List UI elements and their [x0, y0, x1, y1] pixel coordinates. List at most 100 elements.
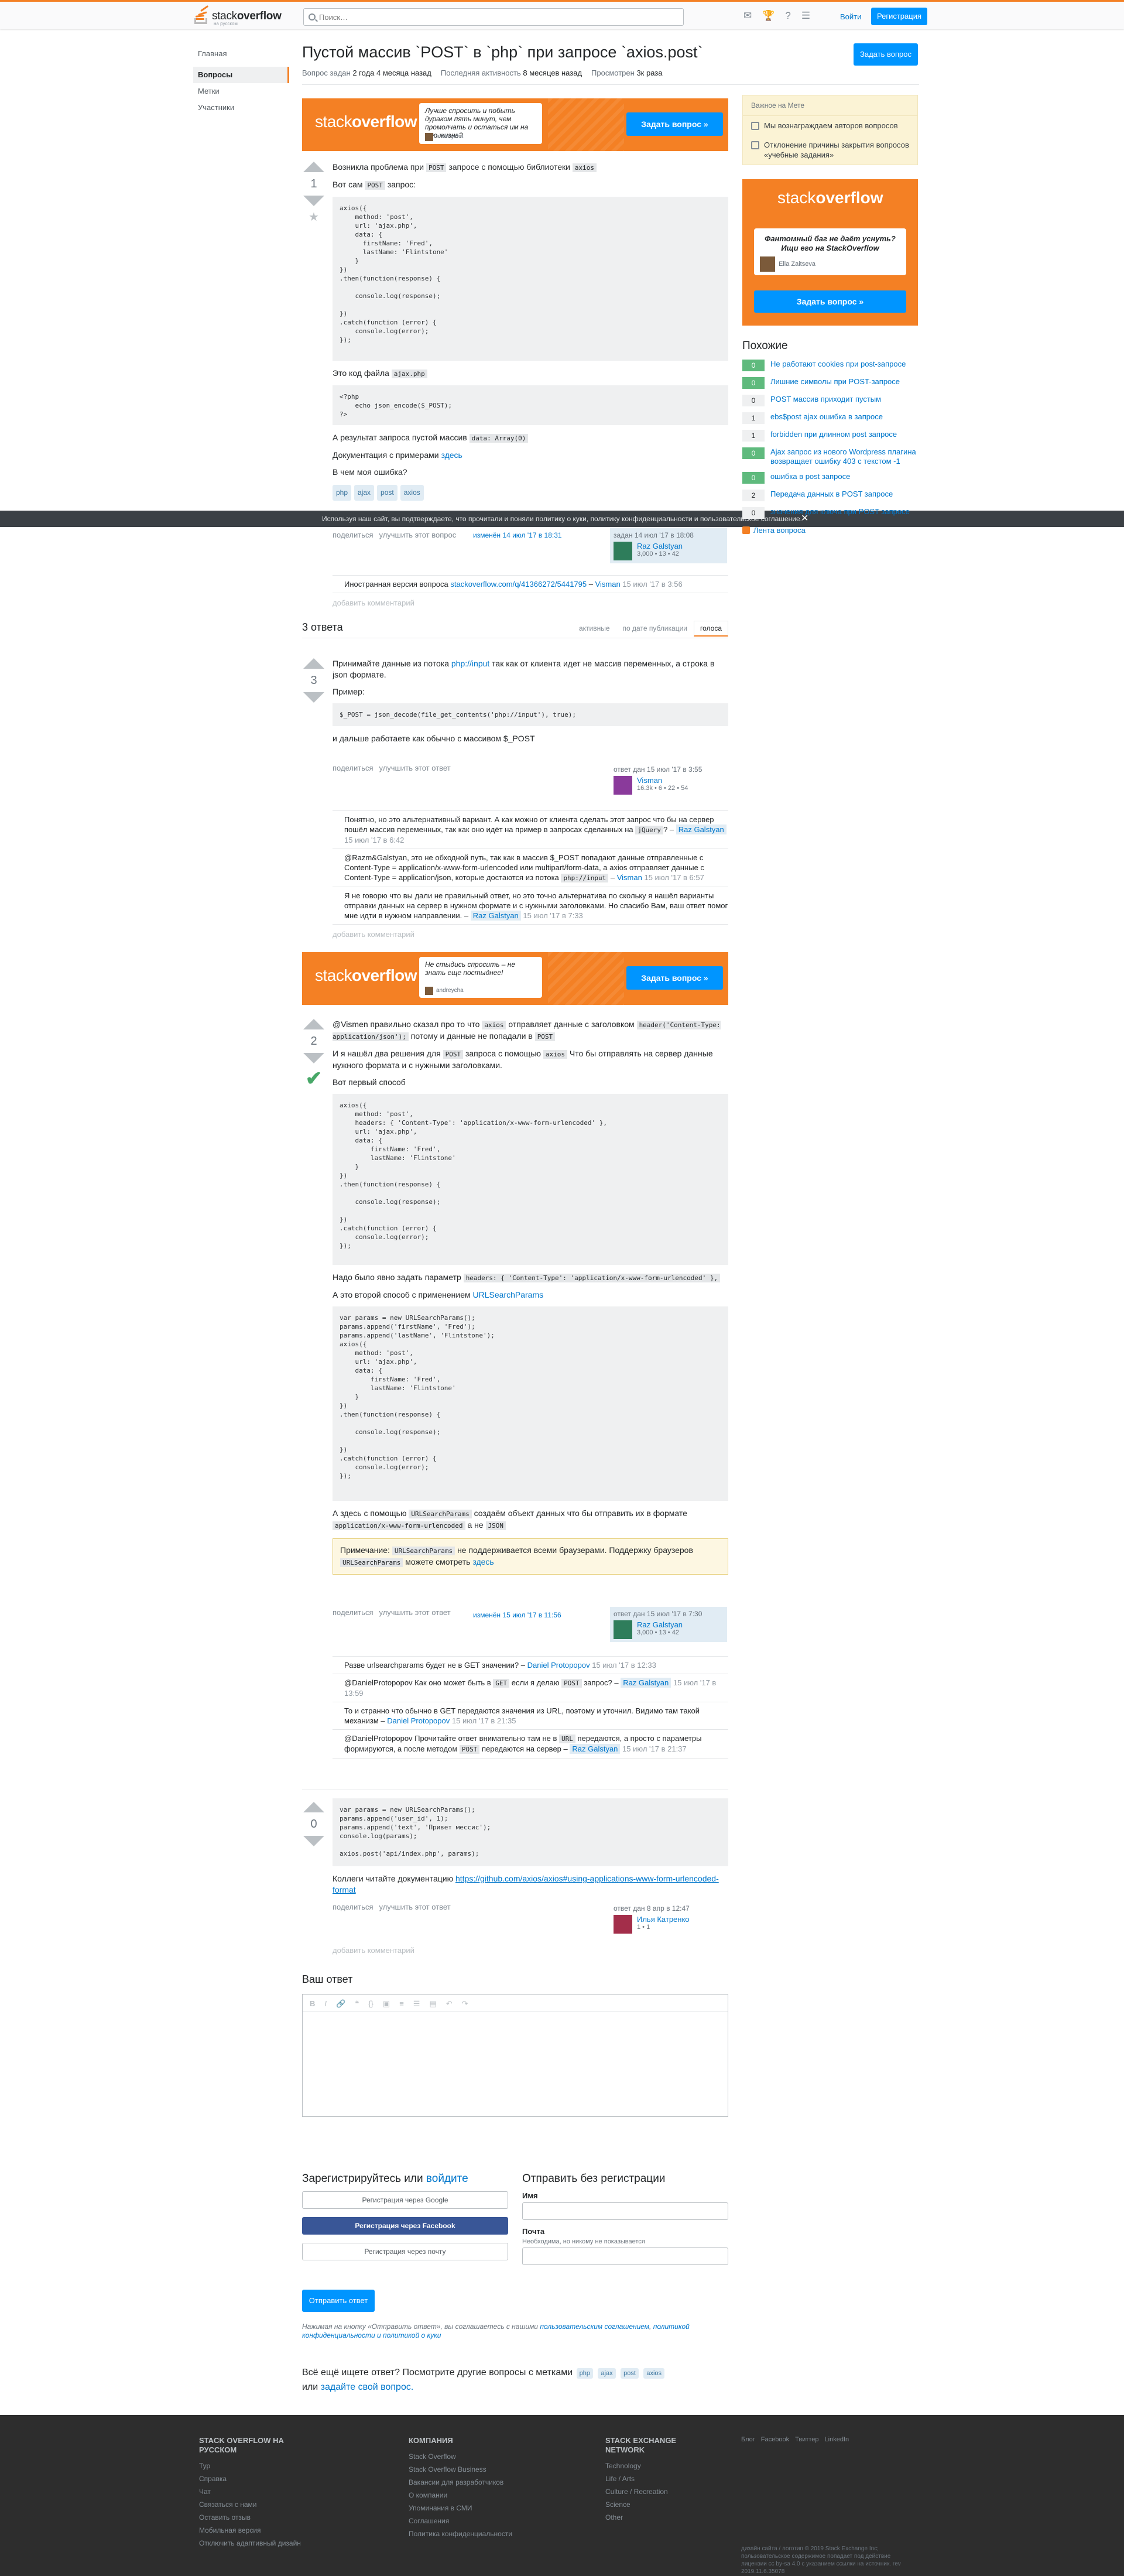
downvote-arrow-icon[interactable] [303, 692, 324, 703]
email-field[interactable] [522, 2247, 728, 2265]
site-switcher-icon[interactable]: ☰ [801, 10, 810, 22]
related-link[interactable]: Передача данных в POST запросе [770, 490, 893, 501]
footer-link[interactable]: Упоминания в СМИ [409, 2504, 512, 2512]
blog-link[interactable]: Блог [741, 2436, 755, 2443]
user-link[interactable]: Илья Катренко [637, 1915, 690, 1924]
footer-link[interactable]: Вакансии для разработчиков [409, 2478, 512, 2486]
php-input-link[interactable]: php://input [451, 659, 489, 668]
user-link[interactable]: Raz Galstyan [637, 1620, 683, 1629]
footer-link[interactable]: Stack Overflow [409, 2452, 512, 2461]
tab-oldest[interactable]: по дате публикации [616, 621, 694, 637]
related-link[interactable]: Лишние символы при POST-запросе [770, 377, 900, 389]
link-icon[interactable]: 🔗 [336, 1999, 345, 2008]
ad-banner-middle[interactable]: stackoverflow Не стыдись спросить – не з… [302, 952, 728, 1005]
tag[interactable]: axios [643, 2368, 665, 2379]
tag[interactable]: ajax [598, 2368, 616, 2379]
nav-questions[interactable]: Вопросы [193, 67, 289, 83]
undo-icon[interactable]: ↶ [446, 1999, 453, 2008]
nav-users[interactable]: Участники [193, 100, 289, 116]
quote-icon[interactable]: ❝ [355, 1999, 359, 2008]
ad-banner-top[interactable]: stackoverflow Лучше спросить и побыть ду… [302, 98, 728, 151]
search-input[interactable] [319, 12, 683, 22]
facebook-signup-button[interactable]: Регистрация через Facebook [302, 2217, 508, 2235]
inbox-icon[interactable]: ✉ [743, 10, 752, 22]
improve-link[interactable]: улучшить этот ответ [379, 764, 450, 772]
favorite-star-icon[interactable]: ★ [302, 210, 325, 224]
terms-link[interactable]: пользовательским соглашением [540, 2322, 649, 2331]
footer-link[interactable]: Справка [199, 2475, 316, 2483]
downvote-arrow-icon[interactable] [303, 1053, 324, 1063]
footer-link[interactable]: Life / Arts [605, 2475, 687, 2483]
footer-link[interactable]: Culture / Recreation [605, 2488, 687, 2496]
improve-link[interactable]: улучшить этот ответ [379, 1608, 450, 1617]
related-link[interactable]: ebs$post ajax ошибка в запросе [770, 412, 883, 424]
footer-link[interactable]: Соглашения [409, 2517, 512, 2525]
share-link[interactable]: поделиться [333, 531, 373, 539]
avatar[interactable] [614, 776, 632, 795]
improve-link[interactable]: улучшить этот ответ [379, 1903, 450, 1911]
upvote-arrow-icon[interactable] [303, 162, 324, 172]
urlsearchparams-link[interactable]: URLSearchParams [473, 1290, 544, 1299]
add-comment-link[interactable]: добавить комментарий [333, 1946, 414, 1955]
heading-icon[interactable]: ▤ [429, 1999, 436, 2008]
avatar[interactable] [614, 1620, 632, 1639]
sidebar-ad[interactable]: stackoverflow Фантомный баг не даёт усну… [742, 179, 918, 326]
related-link[interactable]: ошибка в post запросе [770, 472, 850, 484]
related-link[interactable]: Не работают cookies при post-запросе [770, 360, 906, 371]
footer-link[interactable]: Оставить отзыв [199, 2513, 316, 2522]
tag[interactable]: php [333, 485, 352, 501]
achievements-icon[interactable]: 🏆 [762, 10, 775, 22]
docs-link[interactable]: здесь [441, 450, 462, 460]
footer-link[interactable]: Чат [199, 2488, 316, 2496]
upvote-arrow-icon[interactable] [303, 658, 324, 669]
improve-link[interactable]: улучшить этот вопрос [379, 531, 456, 539]
downvote-arrow-icon[interactable] [303, 1836, 324, 1846]
footer-link[interactable]: Stack Overflow Business [409, 2465, 512, 2474]
twitter-link[interactable]: Твиттер [795, 2436, 818, 2443]
ad-cta-button[interactable]: Задать вопрос » [626, 112, 723, 136]
question-title[interactable]: Пустой массив `POST` в `php` при запросе… [302, 42, 920, 63]
footer-link[interactable]: Тур [199, 2462, 316, 2470]
bullet-list-icon[interactable]: ☰ [413, 1999, 420, 2008]
comment-link[interactable]: stackoverflow.com/q/41366272/5441795 [450, 580, 587, 589]
comment-author[interactable]: Visman [617, 873, 642, 882]
meta-link[interactable]: Отклонение причины закрытия вопросов «уч… [764, 140, 909, 160]
add-comment-link[interactable]: добавить комментарий [333, 929, 728, 939]
edited-link[interactable]: изменён 14 июл '17 в 18:31 [473, 531, 562, 539]
bold-icon[interactable]: B [310, 1999, 315, 2008]
avatar[interactable] [614, 542, 632, 560]
tag[interactable]: post [377, 485, 397, 501]
nav-home[interactable]: Главная [193, 46, 289, 62]
google-signup-button[interactable]: Регистрация через Google [302, 2191, 508, 2209]
image-icon[interactable]: ▣ [383, 1999, 390, 2008]
related-link[interactable]: значения для ключа при POST запросе [770, 507, 910, 519]
login-link[interactable]: войдите [426, 2173, 468, 2185]
tag[interactable]: php [576, 2368, 593, 2379]
footer-link[interactable]: Мобильная версия [199, 2526, 316, 2534]
share-link[interactable]: поделиться [333, 764, 373, 772]
footer-link[interactable]: Политика конфиденциальности [409, 2530, 512, 2538]
tag[interactable]: ajax [354, 485, 375, 501]
related-link[interactable]: forbidden при длинном post запросе [770, 430, 897, 442]
upvote-arrow-icon[interactable] [303, 1019, 324, 1029]
linkedin-link[interactable]: LinkedIn [825, 2436, 849, 2443]
redo-icon[interactable]: ↷ [462, 1999, 468, 2008]
comment-author[interactable]: Daniel Protopopov [387, 1716, 450, 1725]
help-icon[interactable]: ? [785, 10, 790, 22]
comment-author[interactable]: Raz Galstyan [470, 911, 521, 921]
comment-author[interactable]: Daniel Protopopov [527, 1661, 590, 1670]
name-field[interactable] [522, 2202, 728, 2220]
comment-author[interactable]: Raz Galstyan [676, 825, 727, 834]
share-link[interactable]: поделиться [333, 1608, 373, 1617]
ad-cta-button[interactable]: Задать вопрос » [754, 290, 906, 313]
ask-question-button[interactable]: Задать вопрос [854, 43, 918, 66]
question-feed-link[interactable]: Лента вопроса [742, 526, 918, 535]
email-signup-button[interactable]: Регистрация через почту [302, 2243, 508, 2260]
add-comment-link[interactable]: добавить комментарий [333, 598, 728, 608]
facebook-link[interactable]: Facebook [761, 2436, 789, 2443]
footer-link[interactable]: Other [605, 2513, 687, 2522]
footer-link[interactable]: О компании [409, 2491, 512, 2499]
meta-link[interactable]: Мы вознаграждаем авторов вопросов [764, 121, 898, 131]
footer-link[interactable]: Отключить адаптивный дизайн [199, 2539, 316, 2547]
browser-support-link[interactable]: здесь [472, 1557, 494, 1566]
